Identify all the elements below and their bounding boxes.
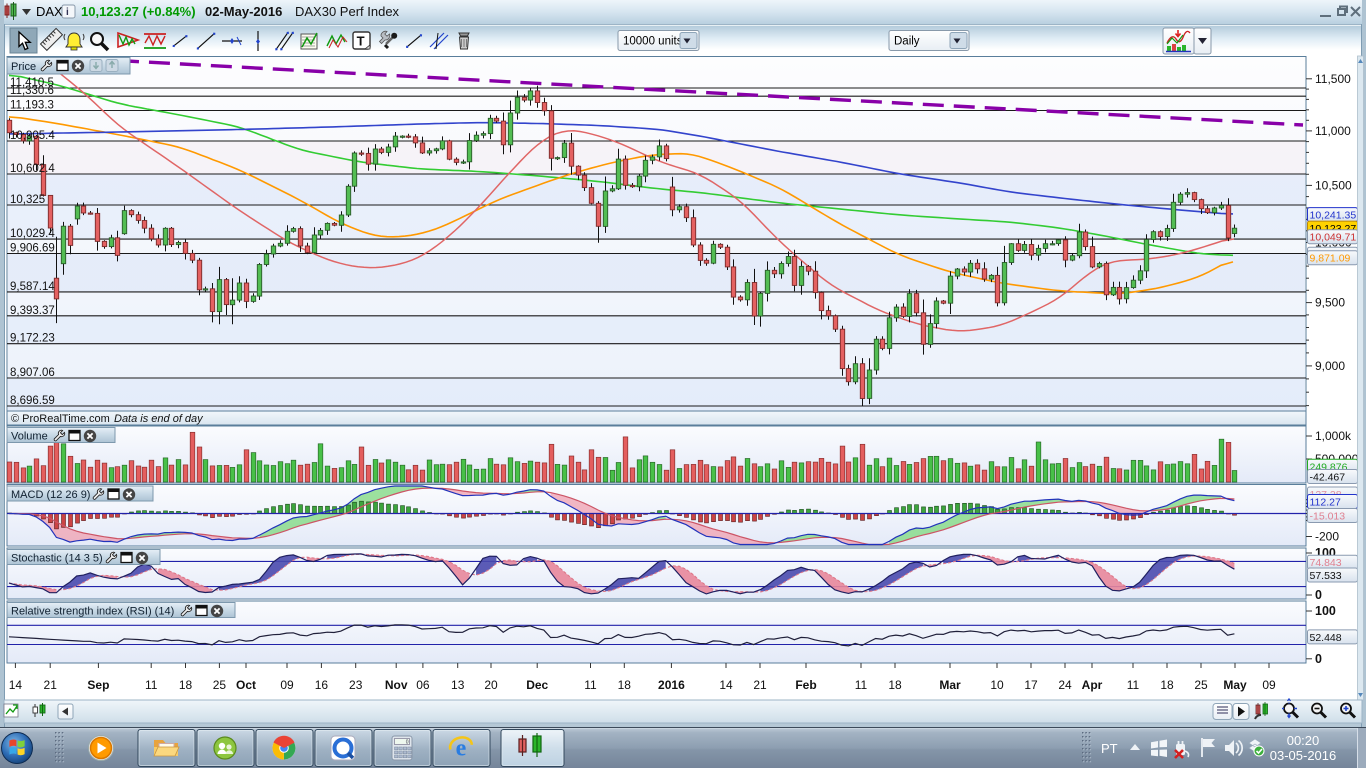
svg-text:25: 25	[1194, 678, 1208, 692]
svg-text:20: 20	[484, 678, 498, 692]
svg-text:18: 18	[888, 678, 902, 692]
svg-text:11: 11	[1127, 678, 1140, 692]
svg-text:-42.467: -42.467	[1310, 472, 1346, 484]
svg-text:10,602.4: 10,602.4	[10, 163, 55, 175]
svg-text:9,393.37: 9,393.37	[10, 305, 55, 317]
svg-text:Sep: Sep	[87, 678, 109, 692]
svg-text:10,123.27 (+0.84%): 10,123.27 (+0.84%)	[81, 4, 196, 19]
svg-text:10000 units: 10000 units	[623, 36, 683, 48]
svg-text:Data is end of day: Data is end of day	[114, 413, 204, 425]
svg-text:-15.013: -15.013	[1310, 511, 1346, 523]
svg-text:10,325: 10,325	[10, 194, 45, 206]
svg-text:11,000: 11,000	[1315, 124, 1351, 138]
svg-text:May: May	[1223, 678, 1247, 692]
svg-text:DAX: DAX	[36, 4, 63, 19]
svg-text:11: 11	[145, 678, 158, 692]
svg-text:9,587.14: 9,587.14	[10, 281, 55, 293]
svg-text:Daily: Daily	[894, 36, 920, 48]
svg-text:21: 21	[44, 678, 58, 692]
svg-text:10,049.71: 10,049.71	[1310, 232, 1357, 244]
svg-text:06: 06	[416, 678, 430, 692]
svg-text:11,193.3: 11,193.3	[10, 100, 54, 112]
svg-text:9,871.09: 9,871.09	[1310, 253, 1351, 265]
svg-text:Feb: Feb	[795, 678, 816, 692]
svg-text:24: 24	[1058, 678, 1072, 692]
svg-text:100: 100	[1315, 604, 1336, 618]
svg-text:09: 09	[280, 678, 294, 692]
svg-text:8,907.06: 8,907.06	[10, 367, 55, 379]
svg-text:Relative strength index (RSI): Relative strength index (RSI) (14)	[11, 606, 174, 618]
svg-text:-200: -200	[1315, 530, 1339, 544]
svg-text:T: T	[357, 34, 365, 49]
svg-text:18: 18	[1160, 678, 1174, 692]
svg-text:10,241.35: 10,241.35	[1310, 210, 1357, 222]
svg-text:00:20: 00:20	[1287, 733, 1320, 748]
svg-text:Dec: Dec	[526, 678, 548, 692]
svg-text:10: 10	[990, 678, 1004, 692]
svg-text:10,029.4: 10,029.4	[10, 228, 55, 240]
svg-text:i: i	[66, 7, 69, 18]
svg-text:Apr: Apr	[1082, 678, 1103, 692]
svg-text:14: 14	[719, 678, 733, 692]
svg-text:02-May-2016: 02-May-2016	[205, 4, 282, 19]
svg-text:10,500: 10,500	[1315, 178, 1352, 192]
svg-text:16: 16	[315, 678, 329, 692]
svg-text:17: 17	[1024, 678, 1038, 692]
svg-text:© ProRealTime.com: © ProRealTime.com	[11, 413, 110, 425]
svg-text:9,906.69: 9,906.69	[10, 243, 55, 255]
svg-text:Mar: Mar	[939, 678, 961, 692]
svg-text:Nov: Nov	[385, 678, 408, 692]
svg-text:11,330.6: 11,330.6	[10, 85, 54, 97]
svg-text:DAX30 Perf Index: DAX30 Perf Index	[295, 4, 400, 19]
svg-text:18: 18	[618, 678, 632, 692]
svg-text:14: 14	[9, 678, 23, 692]
svg-text:9,172.23: 9,172.23	[10, 333, 55, 345]
svg-text:11: 11	[855, 678, 868, 692]
svg-text:57.533: 57.533	[1310, 570, 1342, 582]
svg-text:25: 25	[213, 678, 227, 692]
svg-text:23: 23	[349, 678, 363, 692]
svg-text:MACD (12 26 9): MACD (12 26 9)	[11, 489, 90, 501]
svg-text:21: 21	[753, 678, 767, 692]
svg-text:18: 18	[179, 678, 193, 692]
svg-text:Volume: Volume	[11, 431, 48, 443]
svg-text:Stochastic (14 3 5): Stochastic (14 3 5)	[11, 553, 103, 565]
svg-text:PT: PT	[1101, 741, 1118, 756]
svg-text:9,000: 9,000	[1315, 359, 1345, 373]
svg-text:74.843: 74.843	[1310, 557, 1342, 569]
svg-text:0: 0	[1315, 652, 1322, 666]
svg-text:52.448: 52.448	[1310, 632, 1342, 644]
svg-text:10,905.4: 10,905.4	[10, 130, 55, 142]
svg-text:1,000k: 1,000k	[1315, 429, 1352, 443]
svg-text:0: 0	[406, 739, 409, 745]
svg-text:11: 11	[584, 678, 597, 692]
svg-text:9,500: 9,500	[1315, 296, 1345, 310]
svg-text:2016: 2016	[658, 678, 685, 692]
svg-text:11,500: 11,500	[1315, 72, 1351, 86]
svg-text:112.27: 112.27	[1310, 497, 1341, 509]
svg-text:0: 0	[1315, 588, 1322, 602]
svg-text:8,696.59: 8,696.59	[10, 395, 55, 407]
svg-text:Price: Price	[11, 61, 36, 73]
svg-text:Oct: Oct	[236, 678, 256, 692]
svg-text:13: 13	[451, 678, 465, 692]
svg-text:03-05-2016: 03-05-2016	[1270, 748, 1337, 763]
svg-text:09: 09	[1262, 678, 1276, 692]
